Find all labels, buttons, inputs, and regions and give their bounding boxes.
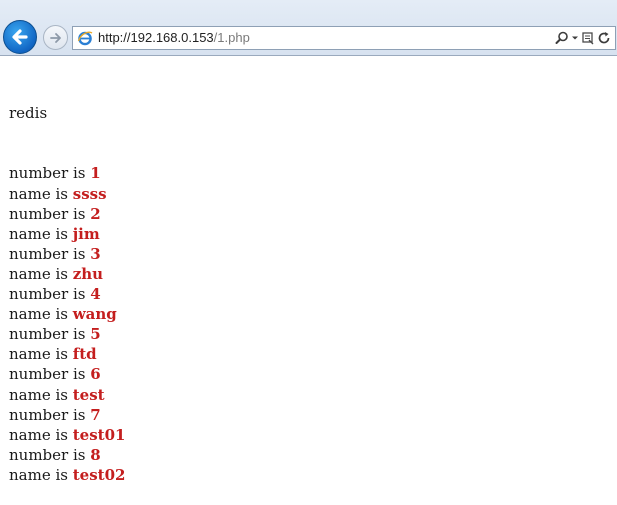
name-line: name is test01 [9, 425, 125, 445]
name-label: name is [9, 264, 73, 283]
page-heading: redis [9, 104, 48, 123]
name-line: name is wang [9, 304, 125, 324]
address-bar[interactable]: http://192.168.0.153/1.php [72, 26, 616, 50]
number-label: number is [9, 405, 91, 424]
forward-arrow-icon [49, 32, 61, 43]
dropdown-arrow-icon [572, 36, 578, 40]
url-host: http://192.168.0.153 [98, 30, 214, 45]
browser-toolbar: http://192.168.0.153/1.php [0, 0, 617, 56]
number-line: number is 4 [9, 284, 125, 304]
number-value: 7 [90, 405, 101, 424]
name-label: name is [9, 465, 73, 484]
name-label: name is [9, 184, 73, 203]
record-list: number is 1 name is ssss number is 2 name i… [9, 163, 125, 485]
number-value: 8 [90, 445, 101, 464]
back-button[interactable] [3, 20, 37, 54]
number-line: number is 6 [9, 364, 125, 384]
name-value: test02 [72, 465, 126, 484]
number-line: number is 7 [9, 405, 125, 425]
name-line: name is test02 [9, 465, 125, 485]
internet-explorer-icon [77, 31, 93, 46]
number-line: number is 3 [9, 244, 125, 264]
number-value: 1 [90, 164, 101, 183]
refresh-icon [598, 32, 610, 44]
url-path: /1.php [213, 30, 250, 45]
name-value: zhu [72, 264, 104, 283]
number-line: number is 1 [9, 163, 125, 183]
name-line: name is test [9, 385, 125, 405]
number-line: number is 5 [9, 324, 125, 344]
name-label: name is [9, 224, 73, 243]
back-arrow-icon [12, 29, 28, 45]
search-button[interactable] [555, 30, 569, 46]
address-bar-tools [553, 30, 611, 46]
search-dropdown[interactable] [571, 30, 579, 46]
name-label: name is [9, 385, 73, 404]
number-label: number is [9, 164, 91, 183]
name-value: ftd [72, 345, 97, 364]
number-label: number is [9, 244, 91, 263]
number-label: number is [9, 445, 91, 464]
name-line: name is ftd [9, 344, 125, 364]
name-label: name is [9, 425, 73, 444]
name-value: jim [72, 224, 100, 243]
number-line: number is 2 [9, 204, 125, 224]
name-value: test01 [72, 425, 126, 444]
refresh-button[interactable] [597, 30, 611, 46]
number-line: number is 8 [9, 445, 125, 465]
number-label: number is [9, 285, 91, 304]
name-value: test [72, 385, 105, 404]
number-value: 2 [90, 204, 101, 223]
number-label: number is [9, 204, 91, 223]
name-value: wang [72, 305, 117, 324]
compatibility-view-icon [582, 32, 594, 45]
name-line: name is zhu [9, 264, 125, 284]
compatibility-view-button[interactable] [581, 30, 595, 46]
name-label: name is [9, 305, 73, 324]
name-line: name is jim [9, 224, 125, 244]
number-value: 3 [90, 244, 101, 263]
page-content: redis number is 1 name is ssss number is 2… [9, 63, 125, 505]
name-line: name is ssss [9, 184, 125, 204]
number-value: 5 [90, 325, 101, 344]
number-label: number is [9, 325, 91, 344]
search-icon [555, 31, 568, 44]
number-value: 6 [90, 365, 101, 384]
number-label: number is [9, 365, 91, 384]
name-value: ssss [72, 184, 107, 203]
name-label: name is [9, 345, 73, 364]
url-text[interactable]: http://192.168.0.153/1.php [98, 30, 250, 46]
number-value: 4 [90, 285, 101, 304]
forward-button[interactable] [43, 25, 68, 50]
